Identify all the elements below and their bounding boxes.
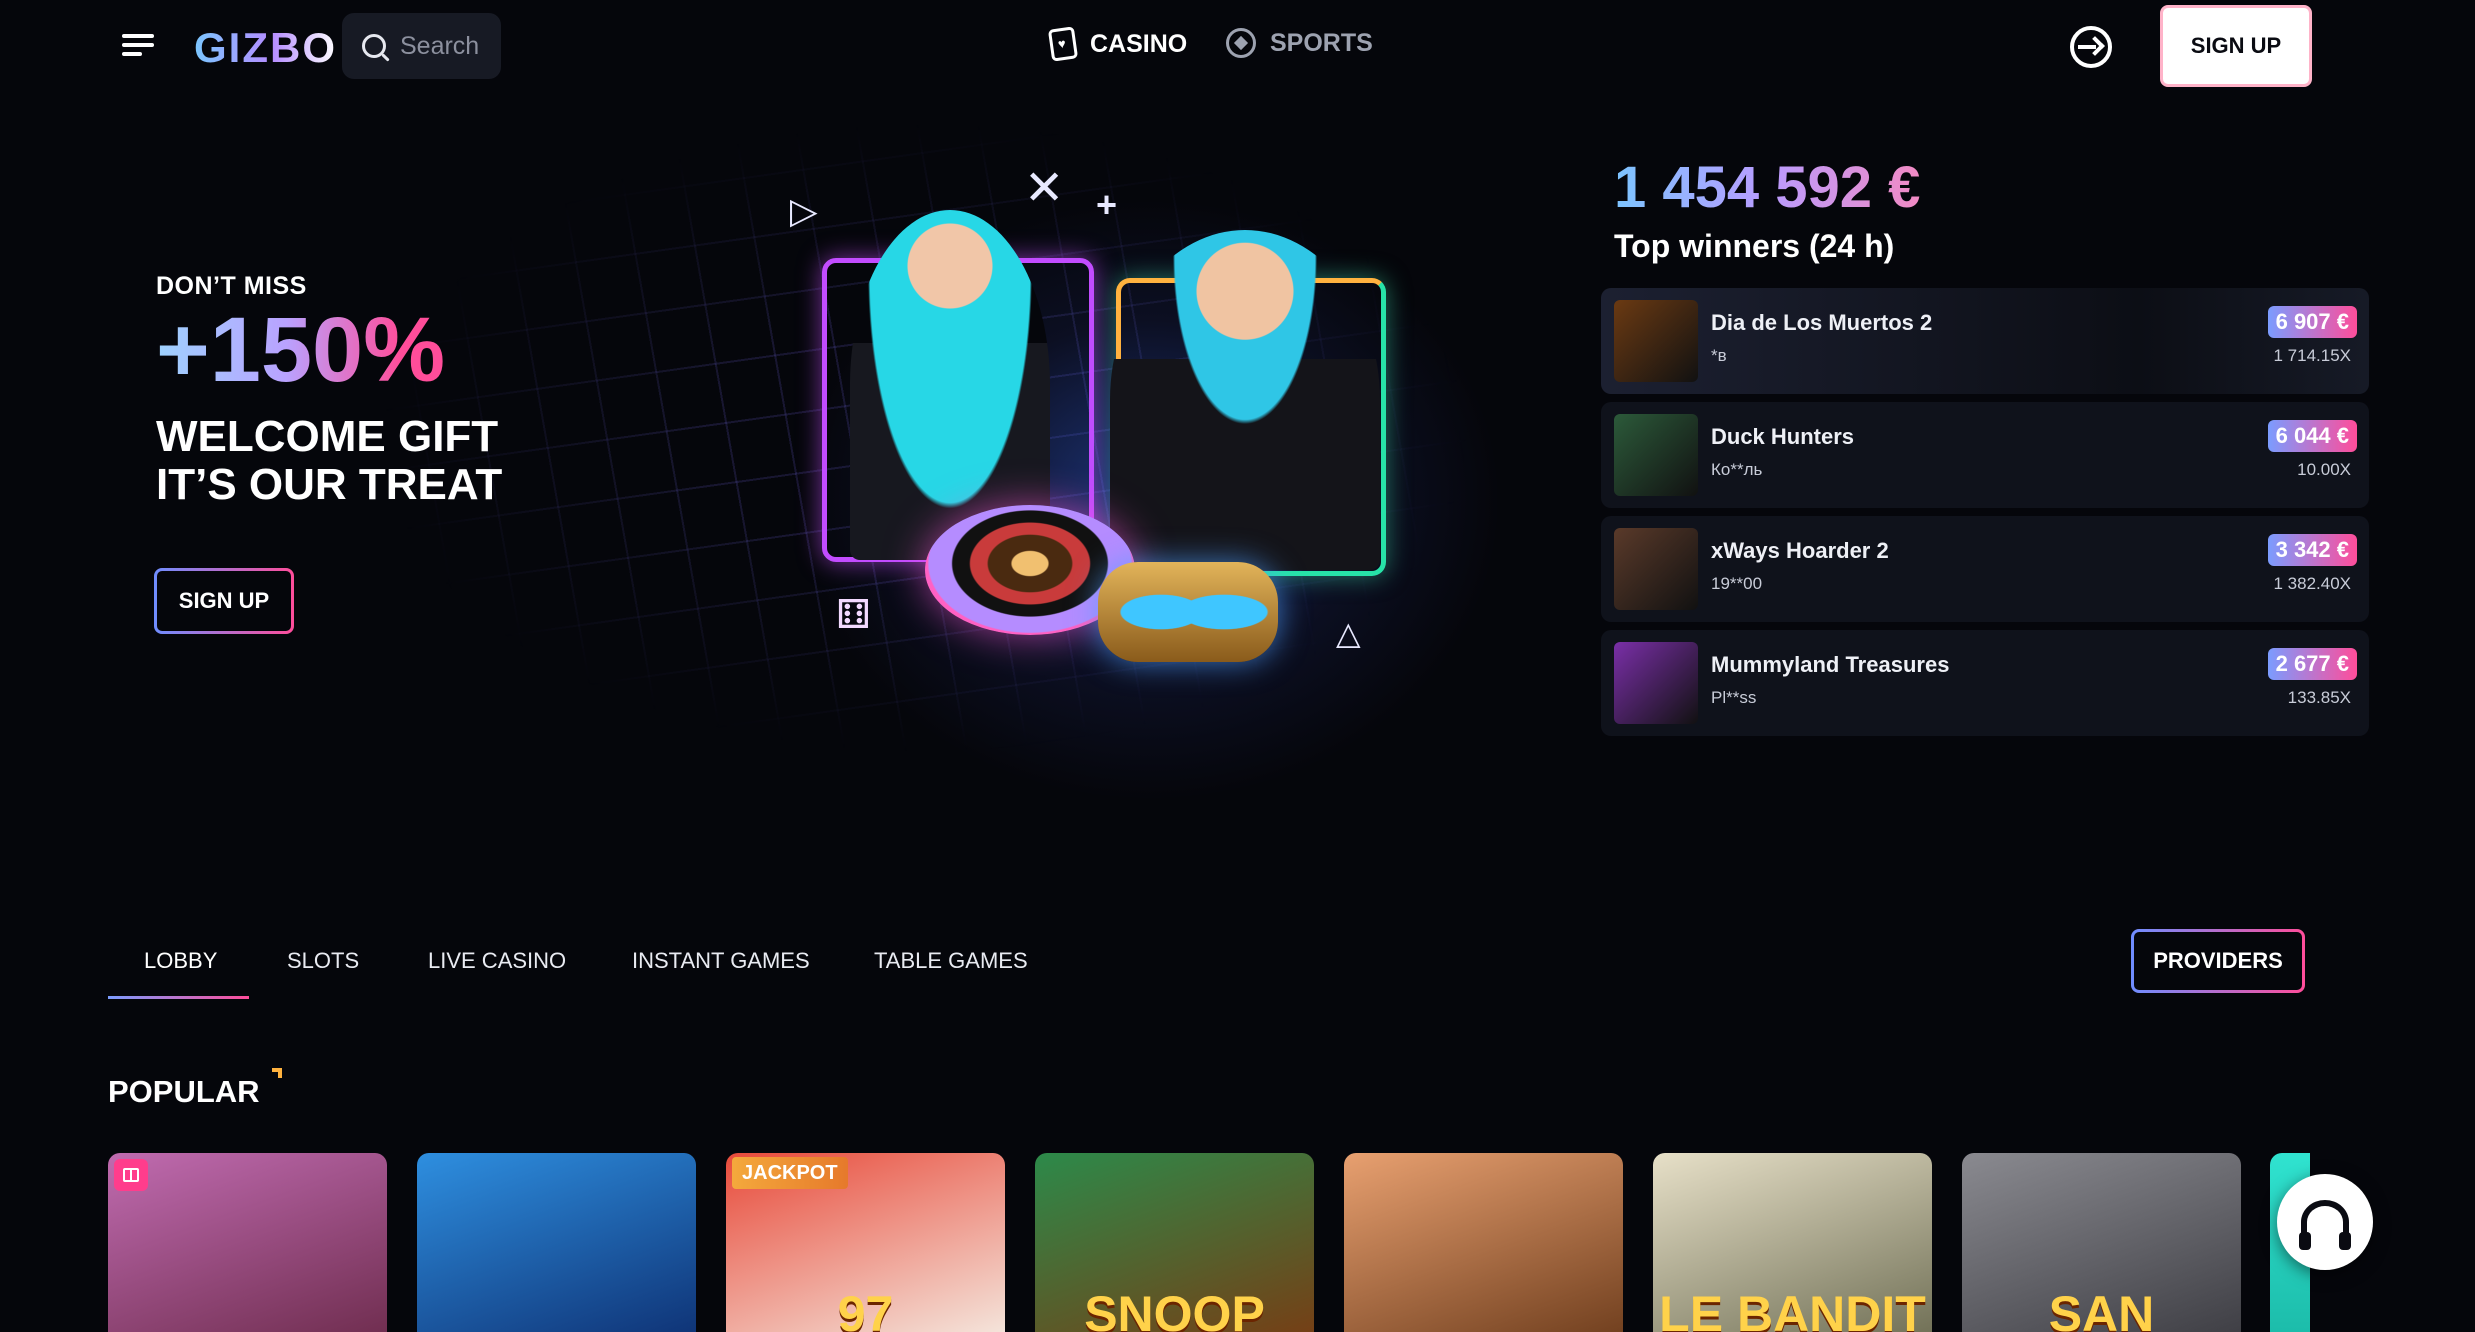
game-card[interactable]: JACKPOT 97 [726, 1153, 1005, 1332]
tab-lobby[interactable]: LOBBY [144, 948, 217, 974]
game-art-title: 97 [837, 1286, 894, 1332]
game-card[interactable] [1344, 1153, 1623, 1332]
winner-multiplier: 133.85X [2287, 688, 2351, 707]
tab-table-games[interactable]: TABLE GAMES [874, 948, 1028, 974]
hero-eyebrow: DON’T MISS [156, 272, 307, 300]
gift-icon [114, 1159, 148, 1191]
winners-total: 1 454 592 € [1614, 155, 1921, 220]
game-thumbnail [1614, 528, 1698, 610]
game-card[interactable]: LE BANDIT [1653, 1153, 1932, 1332]
hero-line-2: IT’S OUR TREAT [156, 460, 503, 509]
play-shape-icon: ▷ [790, 190, 818, 231]
hero-line-1: WELCOME GIFT [156, 412, 499, 461]
nav-sports[interactable]: SPORTS [1226, 28, 1373, 58]
winner-username: 19**00 [1711, 574, 1763, 593]
game-card[interactable] [417, 1153, 696, 1332]
game-thumbnail [1614, 300, 1698, 382]
winner-amount-badge: 6 044 € [2267, 420, 2357, 452]
winner-multiplier: 1 382.40X [2273, 574, 2351, 593]
search-input[interactable] [400, 31, 490, 61]
game-thumbnail [1614, 414, 1698, 496]
corner-accent-icon [272, 1068, 282, 1078]
dice-icon: ⚅ [836, 593, 871, 637]
game-card[interactable]: SAN [1962, 1153, 2241, 1332]
winner-amount-badge: 2 677 € [2267, 648, 2357, 680]
cross-shape-icon: ✕ [1024, 162, 1065, 215]
winners-title: Top winners (24 h) [1614, 228, 1895, 264]
providers-button[interactable]: PROVIDERS [2131, 929, 2305, 993]
winner-amount-badge: 6 907 € [2267, 306, 2357, 338]
nav-casino[interactable]: CASINO [1047, 26, 1188, 62]
winner-username: Pl**ss [1711, 688, 1757, 707]
hero-signup-button[interactable]: SIGN UP [154, 568, 294, 634]
game-art-title: SNOOP [1084, 1286, 1265, 1332]
winner-game-name: Dia de Los Muertos 2 [1711, 310, 1933, 335]
winner-game-name: Duck Hunters [1711, 424, 1855, 449]
hero-percent: +150% [156, 299, 446, 401]
man-character-image [1110, 230, 1380, 570]
nav-casino-label: CASINO [1090, 29, 1188, 58]
triangle-shape-icon: △ [1336, 615, 1361, 651]
support-button[interactable] [2277, 1174, 2373, 1270]
winner-row[interactable]: Mummyland Treasures Pl**ss 2 677 € 133.85X [1601, 630, 2369, 736]
winner-multiplier: 1 714.15X [2273, 346, 2351, 365]
winner-game-name: Mummyland Treasures [1711, 652, 1950, 677]
vr-goggles-image [1098, 562, 1278, 662]
search-icon [362, 34, 386, 58]
winner-username: Ко**ль [1711, 460, 1763, 479]
game-art-title: SAN [2048, 1286, 2155, 1332]
winner-username: *в [1711, 346, 1727, 365]
login-icon[interactable] [2070, 26, 2112, 68]
winner-amount-badge: 3 342 € [2267, 534, 2357, 566]
winner-multiplier: 10.00X [2297, 460, 2351, 479]
game-thumbnail [1614, 642, 1698, 724]
game-art-title: LE BANDIT [1659, 1286, 1926, 1332]
winner-row[interactable]: Duck Hunters Ко**ль 6 044 € 10.00X [1601, 402, 2369, 508]
winner-game-name: xWays Hoarder 2 [1711, 538, 1889, 563]
headset-icon [2299, 1200, 2351, 1250]
game-card[interactable] [108, 1153, 387, 1332]
tab-active-underline [108, 996, 249, 999]
jackpot-badge: JACKPOT [732, 1157, 848, 1189]
cards-icon [1047, 26, 1079, 62]
popular-title: POPULAR [108, 1074, 260, 1109]
tab-slots[interactable]: SLOTS [287, 948, 359, 974]
nav-sports-label: SPORTS [1270, 28, 1373, 57]
winner-row[interactable]: xWays Hoarder 2 19**00 3 342 € 1 382.40X [1601, 516, 2369, 622]
tab-instant-games[interactable]: INSTANT GAMES [632, 948, 810, 974]
menu-icon[interactable] [122, 34, 154, 56]
tab-live-casino[interactable]: LIVE CASINO [428, 948, 566, 974]
game-card[interactable]: SNOOP [1035, 1153, 1314, 1332]
ball-icon [1226, 28, 1256, 58]
plus-shape-icon: + [1096, 184, 1118, 225]
signup-button[interactable]: SIGN UP [2160, 5, 2312, 87]
winner-row[interactable]: Dia de Los Muertos 2 *в 6 907 € 1 714.15X [1601, 288, 2369, 394]
